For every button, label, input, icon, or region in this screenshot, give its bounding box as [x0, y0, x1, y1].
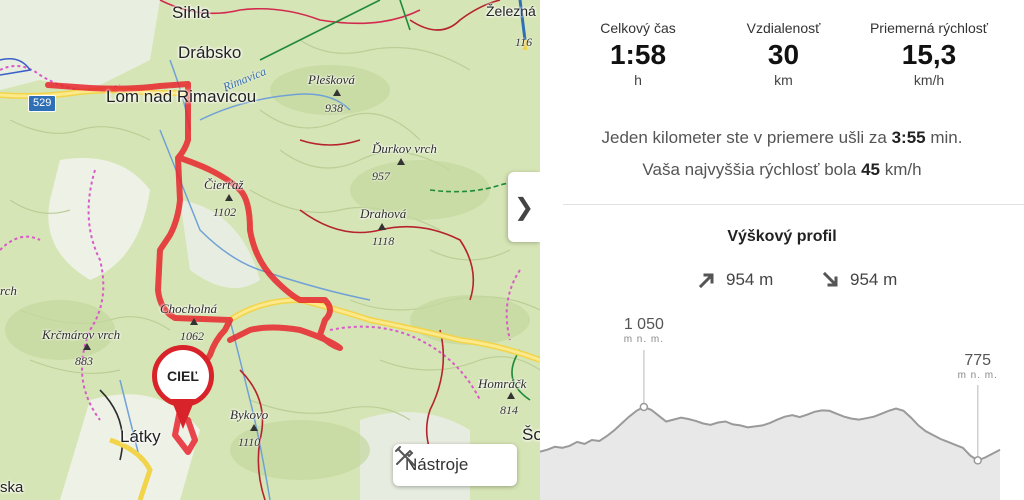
peak-elevation: 883 [75, 354, 93, 368]
stat-value: 15,3 [901, 39, 957, 70]
end-elevation-value: 775 [964, 352, 992, 369]
stat-label: Priemerná rýchlosť [869, 20, 989, 36]
stat-unit: km [774, 72, 793, 88]
peak-elevation: 938 [325, 101, 343, 115]
map-canvas[interactable] [0, 0, 540, 500]
peak-elevation: 1118 [372, 234, 395, 248]
collapse-panel-button[interactable]: ❯ [508, 172, 540, 242]
app: Sihla Drábsko Lom nad Rimavicou Látky Ri… [0, 0, 1024, 500]
peak-elevation: 1062 [180, 329, 204, 343]
speed-value: 45 [861, 160, 880, 179]
elevation-profile-title: Výškový profil [727, 228, 837, 245]
tools-button[interactable]: Nástroje [393, 444, 517, 486]
peak-elevation: 1110 [238, 435, 261, 449]
town-label: ska [0, 479, 24, 496]
peak-icon [378, 223, 386, 230]
town-label: Šo [522, 425, 540, 444]
speed-suffix: km/h [884, 160, 922, 179]
stat-label: Celkový čas [600, 20, 676, 36]
road-number-badge: 529 [28, 95, 57, 112]
map-number-label: 116 [515, 35, 533, 49]
total-descent: 954 m [822, 270, 897, 290]
pace-value: 3:55 [891, 128, 926, 147]
peak-name: Bykovo [230, 407, 269, 422]
town-label: Drábsko [178, 43, 242, 62]
speed-prefix: Vaša najvyššia rýchlosť bola [642, 160, 857, 179]
max-elevation-dot [639, 402, 649, 412]
max-elevation-label: 1 050 m n. m. [599, 316, 689, 345]
stat-value: 30 [767, 39, 800, 70]
peak-name: Ďurkov vrch [372, 141, 437, 156]
pace-suffix: min. [930, 128, 963, 147]
town-label: Sihla [172, 3, 210, 22]
stat-average-speed: Priemerná rýchlosť 15,3 km/h [859, 20, 999, 88]
peak-name: rch [0, 283, 17, 298]
finish-marker[interactable]: CIEĽ [152, 345, 214, 431]
pace-info: Jeden kilometer ste v priemere ušli za 3… [540, 128, 1024, 148]
activity-panel: Celkový čas 1:58 h Vzdialenosť 30 km Pri… [540, 0, 1024, 500]
finish-label: CIEĽ [152, 345, 214, 407]
stats-row: Celkový čas 1:58 h Vzdialenosť 30 km Pri… [540, 20, 1024, 88]
divider [563, 204, 1024, 205]
stat-distance: Vzdialenosť 30 km [714, 20, 854, 88]
ascent-value: 954 m [726, 270, 774, 289]
peak-icon [83, 343, 91, 350]
max-elevation-unit: m n. m. [623, 334, 665, 345]
finish-marker-tail [171, 399, 195, 429]
end-elevation-dot [973, 456, 982, 465]
stat-label: Vzdialenosť [746, 20, 821, 36]
peak-elevation: 957 [372, 169, 390, 183]
arrow-down-right-icon [822, 271, 838, 287]
tools-icon [395, 446, 415, 466]
peak-name: Plešková [308, 72, 355, 87]
town-label: Železná [486, 3, 536, 19]
peak-icon [225, 194, 233, 201]
max-elevation-value: 1 050 [623, 316, 664, 333]
end-elevation-unit: m n. m. [957, 370, 998, 381]
peak-elevation: 814 [500, 403, 518, 417]
peak-icon [250, 424, 258, 431]
stat-unit: km/h [913, 72, 945, 88]
elevation-area [540, 406, 1000, 500]
pace-prefix: Jeden kilometer ste v priemere ušli za [601, 128, 887, 147]
peak-name: Čierťaž [204, 177, 244, 192]
stat-total-time: Celkový čas 1:58 h [568, 20, 708, 88]
peak-name: Krčmárov vrch [42, 327, 121, 342]
peak-name: Homráčk [478, 376, 527, 391]
stat-unit: h [634, 72, 642, 88]
descent-value: 954 m [850, 270, 898, 289]
total-ascent: 954 m [698, 270, 773, 290]
peak-name: Drahová [360, 206, 407, 221]
max-speed-info: Vaša najvyššia rýchlosť bola 45 km/h [540, 160, 1024, 180]
peak-elevation: 1102 [213, 205, 237, 219]
peak-icon [397, 158, 405, 165]
peak-name: Chocholná [160, 301, 218, 316]
chevron-right-icon: ❯ [513, 193, 535, 221]
peak-icon [333, 89, 341, 96]
stat-value: 1:58 [609, 39, 667, 70]
end-elevation-label: 775 m n. m. [938, 352, 1018, 381]
peak-icon [507, 392, 515, 399]
map-view[interactable]: Sihla Drábsko Lom nad Rimavicou Látky Ri… [0, 0, 540, 500]
arrow-up-right-icon [698, 273, 714, 289]
peak-icon [190, 318, 198, 325]
